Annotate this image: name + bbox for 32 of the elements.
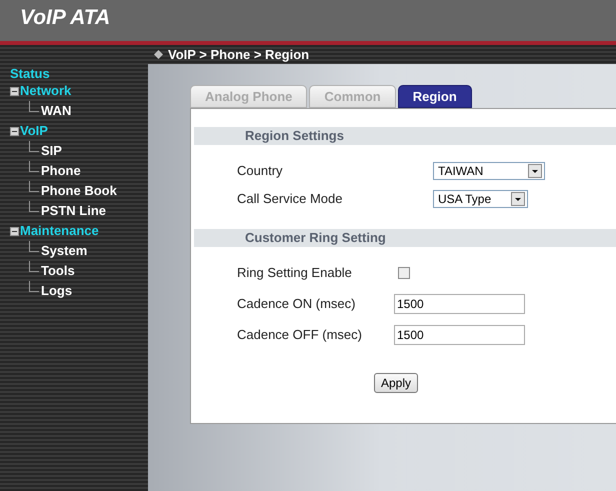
collapse-icon[interactable]: [10, 226, 19, 236]
field-label: Cadence OFF (msec): [237, 326, 363, 344]
field-label: Call Service Mode: [237, 190, 344, 208]
field-label: Country: [237, 162, 284, 180]
tree-item[interactable]: Status: [10, 66, 148, 82]
field-label: Cadence ON (msec): [237, 295, 356, 314]
tab[interactable]: Region: [398, 85, 472, 108]
tree-item[interactable]: Logs: [41, 281, 72, 301]
tree-item[interactable]: VoIP: [20, 121, 48, 141]
app-title: VoIP ATA: [20, 4, 110, 31]
tree-item[interactable]: SIP: [41, 141, 62, 161]
breadcrumb: VoIP > Phone > Region: [168, 46, 310, 64]
dropdown[interactable]: TAIWAN: [433, 162, 545, 180]
tree-item[interactable]: PSTN Line: [41, 201, 106, 221]
text-field[interactable]: 1500: [394, 325, 525, 345]
tree-item[interactable]: Network: [20, 81, 72, 101]
field-label: Ring Setting Enable: [237, 264, 353, 282]
apply-button[interactable]: Apply: [374, 373, 418, 393]
tree-item[interactable]: WAN: [41, 101, 72, 121]
dropdown[interactable]: USA Type: [433, 190, 528, 208]
tree-item[interactable]: Phone Book: [41, 181, 117, 201]
tree-item[interactable]: System: [41, 241, 88, 261]
diamond-icon: [154, 50, 163, 59]
collapse-icon[interactable]: [10, 86, 19, 96]
tree-item[interactable]: Phone: [41, 161, 81, 181]
tree-item[interactable]: Maintenance: [20, 221, 99, 241]
collapse-icon[interactable]: [10, 126, 19, 136]
section-title: Customer Ring Setting: [245, 229, 386, 248]
text-field[interactable]: 1500: [394, 294, 525, 314]
checkbox[interactable]: [398, 267, 410, 279]
tree-item[interactable]: Tools: [41, 261, 75, 281]
section-title: Region Settings: [245, 127, 344, 146]
